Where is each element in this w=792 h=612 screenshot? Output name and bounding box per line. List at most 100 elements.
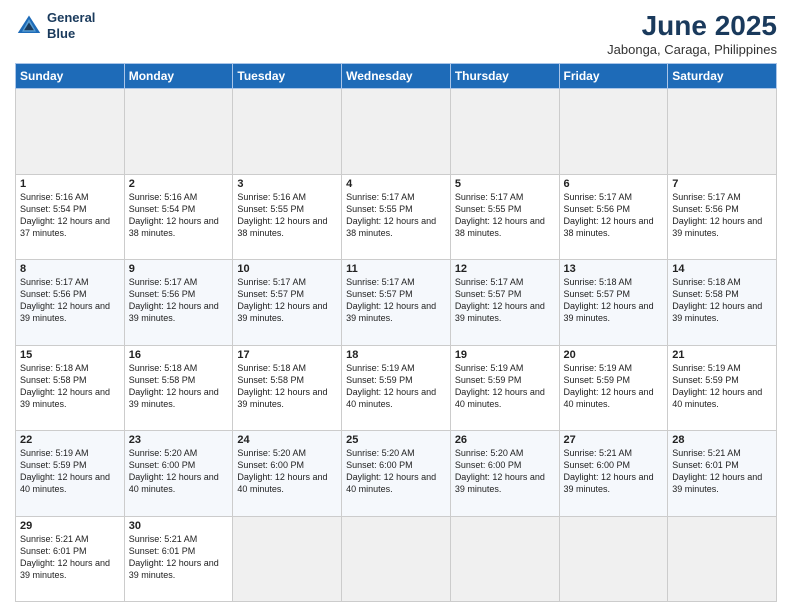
cell-info: Sunrise: 5:16 AMSunset: 5:54 PMDaylight:… (129, 191, 229, 240)
calendar-cell: 28Sunrise: 5:21 AMSunset: 6:01 PMDayligh… (668, 431, 777, 517)
calendar-cell: 16Sunrise: 5:18 AMSunset: 5:58 PMDayligh… (124, 345, 233, 431)
cell-info: Sunrise: 5:20 AMSunset: 6:00 PMDaylight:… (237, 447, 337, 496)
header: General Blue June 2025 Jabonga, Caraga, … (15, 10, 777, 57)
calendar-cell: 12Sunrise: 5:17 AMSunset: 5:57 PMDayligh… (450, 260, 559, 346)
cell-info: Sunrise: 5:20 AMSunset: 6:00 PMDaylight:… (129, 447, 229, 496)
calendar-week-row: 15Sunrise: 5:18 AMSunset: 5:58 PMDayligh… (16, 345, 777, 431)
calendar-day-header: Tuesday (233, 64, 342, 89)
subtitle: Jabonga, Caraga, Philippines (607, 42, 777, 57)
day-number: 22 (20, 434, 120, 446)
cell-info: Sunrise: 5:20 AMSunset: 6:00 PMDaylight:… (455, 447, 555, 496)
calendar-cell: 20Sunrise: 5:19 AMSunset: 5:59 PMDayligh… (559, 345, 668, 431)
cell-info: Sunrise: 5:18 AMSunset: 5:57 PMDaylight:… (564, 276, 664, 325)
calendar-week-row: 1Sunrise: 5:16 AMSunset: 5:54 PMDaylight… (16, 174, 777, 260)
day-number: 13 (564, 263, 664, 275)
calendar-week-row: 29Sunrise: 5:21 AMSunset: 6:01 PMDayligh… (16, 516, 777, 602)
calendar-cell (668, 516, 777, 602)
calendar-day-header: Saturday (668, 64, 777, 89)
calendar-cell: 10Sunrise: 5:17 AMSunset: 5:57 PMDayligh… (233, 260, 342, 346)
day-number: 21 (672, 349, 772, 361)
day-number: 19 (455, 349, 555, 361)
cell-info: Sunrise: 5:21 AMSunset: 6:01 PMDaylight:… (672, 447, 772, 496)
calendar-day-header: Friday (559, 64, 668, 89)
calendar-cell: 13Sunrise: 5:18 AMSunset: 5:57 PMDayligh… (559, 260, 668, 346)
calendar-cell: 26Sunrise: 5:20 AMSunset: 6:00 PMDayligh… (450, 431, 559, 517)
cell-info: Sunrise: 5:21 AMSunset: 6:01 PMDaylight:… (20, 533, 120, 582)
calendar-cell: 18Sunrise: 5:19 AMSunset: 5:59 PMDayligh… (342, 345, 451, 431)
day-number: 1 (20, 178, 120, 190)
day-number: 12 (455, 263, 555, 275)
cell-info: Sunrise: 5:18 AMSunset: 5:58 PMDaylight:… (129, 362, 229, 411)
cell-info: Sunrise: 5:21 AMSunset: 6:00 PMDaylight:… (564, 447, 664, 496)
calendar-cell: 8Sunrise: 5:17 AMSunset: 5:56 PMDaylight… (16, 260, 125, 346)
day-number: 3 (237, 178, 337, 190)
day-number: 18 (346, 349, 446, 361)
day-number: 15 (20, 349, 120, 361)
calendar-cell: 6Sunrise: 5:17 AMSunset: 5:56 PMDaylight… (559, 174, 668, 260)
calendar-day-header: Sunday (16, 64, 125, 89)
calendar-cell: 27Sunrise: 5:21 AMSunset: 6:00 PMDayligh… (559, 431, 668, 517)
cell-info: Sunrise: 5:19 AMSunset: 5:59 PMDaylight:… (564, 362, 664, 411)
logo-icon (15, 12, 43, 40)
calendar-cell (450, 516, 559, 602)
calendar-cell: 29Sunrise: 5:21 AMSunset: 6:01 PMDayligh… (16, 516, 125, 602)
day-number: 20 (564, 349, 664, 361)
calendar-body: 1Sunrise: 5:16 AMSunset: 5:54 PMDaylight… (16, 89, 777, 602)
calendar-cell: 30Sunrise: 5:21 AMSunset: 6:01 PMDayligh… (124, 516, 233, 602)
cell-info: Sunrise: 5:17 AMSunset: 5:56 PMDaylight:… (129, 276, 229, 325)
calendar-cell: 24Sunrise: 5:20 AMSunset: 6:00 PMDayligh… (233, 431, 342, 517)
cell-info: Sunrise: 5:21 AMSunset: 6:01 PMDaylight:… (129, 533, 229, 582)
day-number: 2 (129, 178, 229, 190)
day-number: 11 (346, 263, 446, 275)
calendar-cell: 1Sunrise: 5:16 AMSunset: 5:54 PMDaylight… (16, 174, 125, 260)
cell-info: Sunrise: 5:17 AMSunset: 5:57 PMDaylight:… (237, 276, 337, 325)
calendar-cell: 22Sunrise: 5:19 AMSunset: 5:59 PMDayligh… (16, 431, 125, 517)
calendar-cell: 21Sunrise: 5:19 AMSunset: 5:59 PMDayligh… (668, 345, 777, 431)
day-number: 25 (346, 434, 446, 446)
day-number: 5 (455, 178, 555, 190)
day-number: 10 (237, 263, 337, 275)
cell-info: Sunrise: 5:16 AMSunset: 5:55 PMDaylight:… (237, 191, 337, 240)
calendar-cell: 2Sunrise: 5:16 AMSunset: 5:54 PMDaylight… (124, 174, 233, 260)
calendar-cell: 19Sunrise: 5:19 AMSunset: 5:59 PMDayligh… (450, 345, 559, 431)
calendar-cell: 4Sunrise: 5:17 AMSunset: 5:55 PMDaylight… (342, 174, 451, 260)
calendar-cell (16, 89, 125, 175)
calendar-cell (124, 89, 233, 175)
main-title: June 2025 (607, 10, 777, 42)
cell-info: Sunrise: 5:19 AMSunset: 5:59 PMDaylight:… (346, 362, 446, 411)
page: General Blue June 2025 Jabonga, Caraga, … (0, 0, 792, 612)
calendar-week-row: 8Sunrise: 5:17 AMSunset: 5:56 PMDaylight… (16, 260, 777, 346)
title-block: June 2025 Jabonga, Caraga, Philippines (607, 10, 777, 57)
calendar-cell: 3Sunrise: 5:16 AMSunset: 5:55 PMDaylight… (233, 174, 342, 260)
calendar-day-header: Wednesday (342, 64, 451, 89)
calendar-cell (450, 89, 559, 175)
calendar-header-row: SundayMondayTuesdayWednesdayThursdayFrid… (16, 64, 777, 89)
calendar-cell: 5Sunrise: 5:17 AMSunset: 5:55 PMDaylight… (450, 174, 559, 260)
cell-info: Sunrise: 5:17 AMSunset: 5:56 PMDaylight:… (20, 276, 120, 325)
calendar-cell: 14Sunrise: 5:18 AMSunset: 5:58 PMDayligh… (668, 260, 777, 346)
day-number: 6 (564, 178, 664, 190)
day-number: 30 (129, 520, 229, 532)
calendar-cell: 25Sunrise: 5:20 AMSunset: 6:00 PMDayligh… (342, 431, 451, 517)
day-number: 4 (346, 178, 446, 190)
calendar-day-header: Thursday (450, 64, 559, 89)
day-number: 7 (672, 178, 772, 190)
calendar-cell (233, 516, 342, 602)
cell-info: Sunrise: 5:19 AMSunset: 5:59 PMDaylight:… (455, 362, 555, 411)
day-number: 16 (129, 349, 229, 361)
day-number: 17 (237, 349, 337, 361)
cell-info: Sunrise: 5:17 AMSunset: 5:56 PMDaylight:… (672, 191, 772, 240)
calendar-cell (559, 516, 668, 602)
cell-info: Sunrise: 5:18 AMSunset: 5:58 PMDaylight:… (20, 362, 120, 411)
calendar-cell (233, 89, 342, 175)
cell-info: Sunrise: 5:16 AMSunset: 5:54 PMDaylight:… (20, 191, 120, 240)
logo: General Blue (15, 10, 95, 41)
day-number: 9 (129, 263, 229, 275)
calendar-cell: 23Sunrise: 5:20 AMSunset: 6:00 PMDayligh… (124, 431, 233, 517)
cell-info: Sunrise: 5:18 AMSunset: 5:58 PMDaylight:… (237, 362, 337, 411)
cell-info: Sunrise: 5:17 AMSunset: 5:55 PMDaylight:… (455, 191, 555, 240)
day-number: 14 (672, 263, 772, 275)
day-number: 27 (564, 434, 664, 446)
calendar-day-header: Monday (124, 64, 233, 89)
day-number: 26 (455, 434, 555, 446)
